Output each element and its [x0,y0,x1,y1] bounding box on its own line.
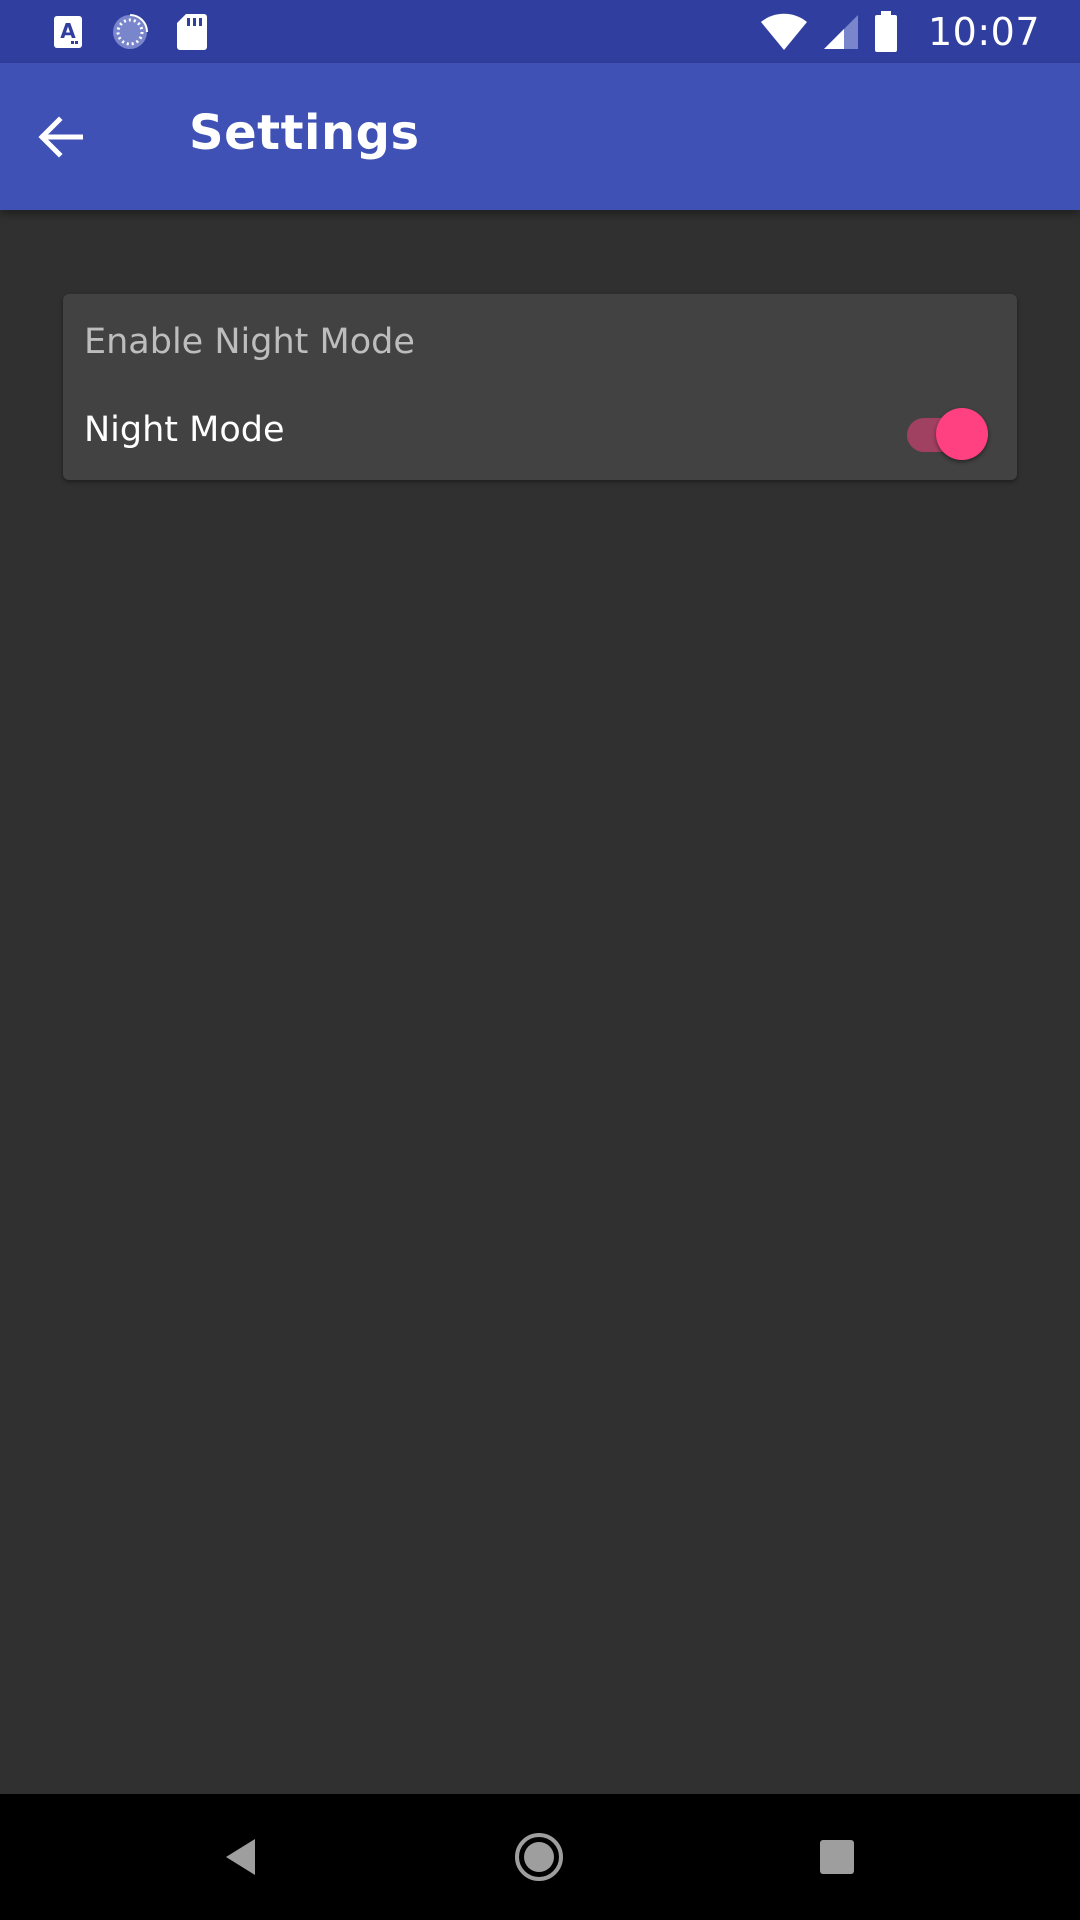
status-clock: 10:07 [927,10,1040,54]
text-a-icon: A [54,16,82,48]
nav-back-button[interactable] [201,1817,281,1897]
sd-card-icon [177,14,207,50]
night-mode-switch[interactable] [905,402,991,462]
navigation-bar [0,1794,1080,1920]
arrow-back-icon [38,116,83,158]
switch-thumb [936,408,988,460]
cell-signal-icon [823,15,858,49]
screen: A 10:07 Settings Enable Night Mode Night… [0,0,1080,1920]
night-mode-preference[interactable]: Night Mode [63,394,1017,470]
app-bar: Settings [0,63,1080,210]
system-status-icons: 10:07 [760,9,1040,55]
nav-home-icon [515,1833,563,1881]
nav-home-button[interactable] [499,1817,579,1897]
nav-recents-icon [820,1840,854,1874]
svg-text:A: A [60,19,76,43]
night-mode-label: Night Mode [84,410,285,450]
nav-back-icon [226,1839,255,1875]
preference-category-title: Enable Night Mode [84,322,415,362]
notification-icons: A [52,12,208,52]
preference-card: Enable Night Mode Night Mode [63,294,1017,480]
page-title: Settings [189,105,420,161]
battery-icon [874,11,897,52]
sync-progress-icon [113,14,148,49]
wifi-icon [760,13,807,50]
status-bar: A 10:07 [0,0,1080,63]
settings-content: Enable Night Mode Night Mode [0,210,1080,1794]
back-button[interactable] [30,107,90,167]
nav-recents-button[interactable] [797,1817,877,1897]
